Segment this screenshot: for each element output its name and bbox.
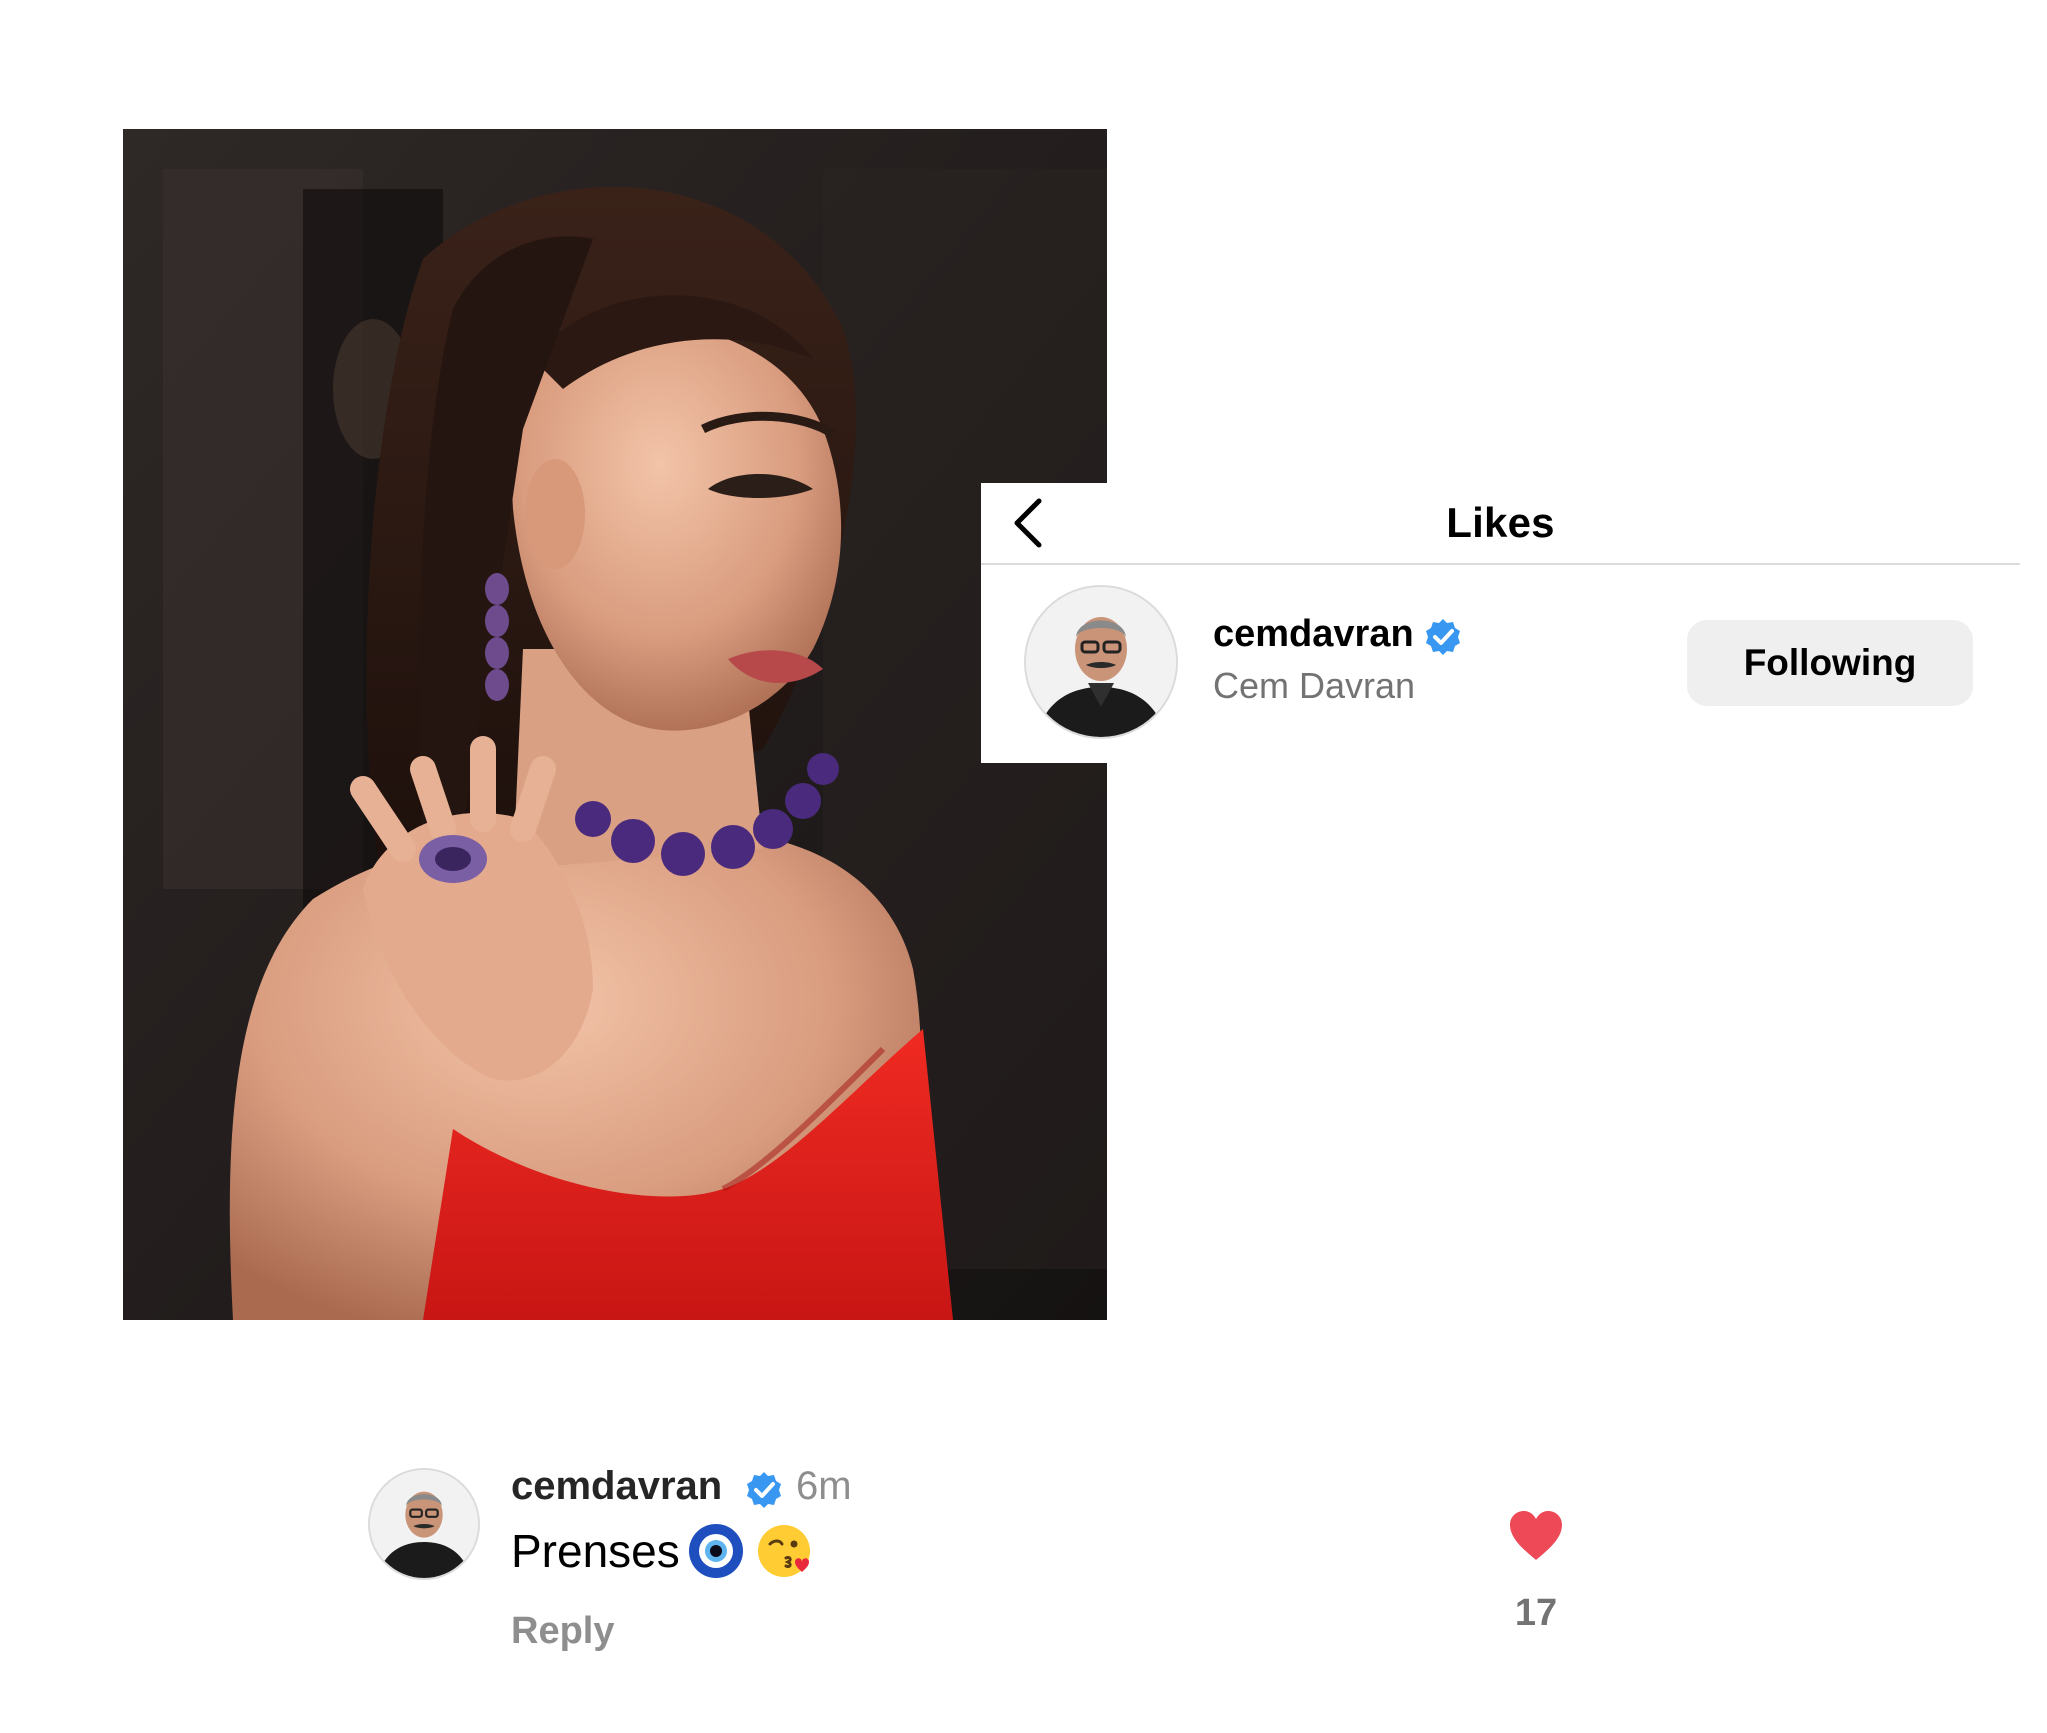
screenshot-canvas: Likes cemdavran Cem Davran Following cem…	[0, 0, 2047, 1733]
avatar-image	[370, 1470, 478, 1578]
avatar-image	[1026, 587, 1176, 737]
comment-avatar[interactable]	[368, 1468, 480, 1580]
face-blowing-kiss-emoji	[757, 1525, 810, 1577]
liker-row[interactable]: cemdavran Cem Davran Following	[981, 565, 2020, 763]
comment-username[interactable]: cemdavran	[511, 1464, 722, 1509]
avatar[interactable]	[1024, 585, 1178, 739]
comment-timestamp: 6m	[796, 1464, 852, 1508]
comment-like-count: 17	[1514, 1592, 1558, 1634]
verified-badge-icon	[1426, 619, 1460, 655]
post-photo[interactable]	[123, 129, 1107, 1320]
liker-username[interactable]: cemdavran	[1213, 613, 1414, 656]
verified-badge-icon	[747, 1472, 781, 1508]
comment-text: Prenses	[511, 1522, 814, 1580]
likes-title: Likes	[1446, 499, 1555, 546]
heart-filled-icon[interactable]	[1506, 1508, 1566, 1564]
portrait-image	[123, 129, 1107, 1320]
comment-body: Prenses	[511, 1525, 680, 1577]
following-button[interactable]: Following	[1687, 620, 1973, 706]
nazar-amulet-emoji	[688, 1524, 743, 1578]
liker-full-name: Cem Davran	[1213, 665, 1416, 706]
comment: cemdavran 6m Prenses Reply 17	[366, 1460, 1666, 1690]
reply-button[interactable]: Reply	[511, 1610, 614, 1653]
likes-panel: Likes cemdavran Cem Davran Following	[981, 483, 2020, 763]
